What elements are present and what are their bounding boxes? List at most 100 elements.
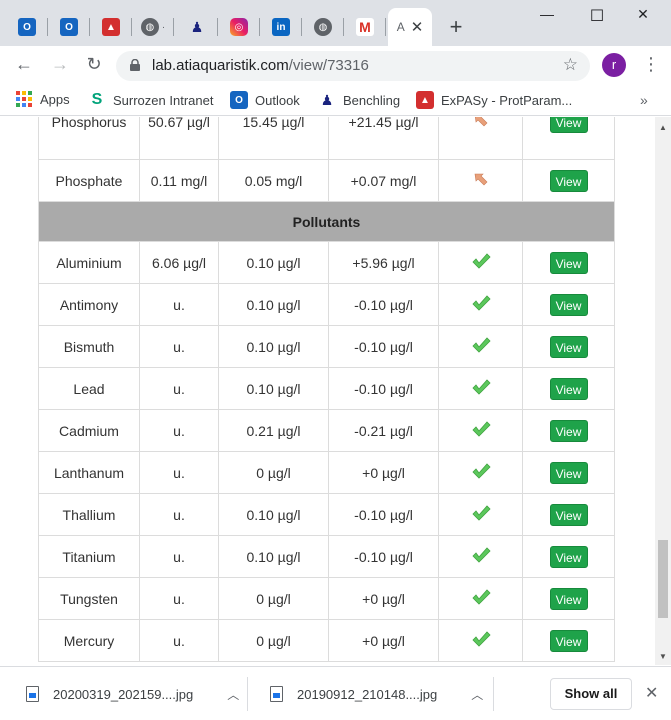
browser-tab[interactable]: O [48, 8, 90, 46]
outlook-icon: O [18, 18, 36, 36]
browser-tab[interactable]: ▲ [90, 8, 132, 46]
scroll-down-icon[interactable]: ▼ [659, 652, 667, 661]
cell-status [438, 325, 523, 368]
back-arrow-icon[interactable]: ← [12, 54, 36, 75]
gmail-icon: M [356, 18, 374, 36]
view-button[interactable]: View [549, 169, 588, 192]
view-button[interactable]: View [549, 503, 588, 526]
chevron-up-icon[interactable]: ︿ [471, 686, 483, 703]
chevron-up-icon[interactable]: ︿ [227, 686, 239, 703]
bookmark-star-icon[interactable]: ☆ [563, 55, 578, 75]
table-row: Titanium u. 0.10 µg/l -0.10 µg/l View [38, 535, 615, 578]
view-button[interactable]: View [549, 545, 588, 568]
table-row: Bismuth u. 0.10 µg/l -0.10 µg/l View [38, 325, 615, 368]
reload-icon[interactable]: ↻ [82, 54, 106, 75]
results-table: Phosphorus 50.67 µg/l 15.45 µg/l +21.45 µg/… [38, 117, 615, 662]
scroll-up-icon[interactable]: ▲ [659, 123, 667, 132]
cell-measured: u. [139, 283, 219, 326]
check-icon [471, 589, 491, 605]
bookmark-expasy[interactable]: ▲ ExPASy - ProtParam... [416, 91, 572, 109]
cell-target: 0.10 µg/l [218, 241, 329, 284]
url-text[interactable]: lab.atiaquaristik.com/view/73316 [152, 57, 369, 74]
view-button[interactable]: View [549, 117, 588, 133]
view-button[interactable]: View [549, 629, 588, 652]
instagram-icon: ◎ [230, 18, 248, 36]
cell-parameter: Titanium [38, 535, 140, 578]
cell-parameter: Cadmium [38, 409, 140, 452]
close-window-button[interactable]: ✕ [628, 6, 658, 23]
tab-strip: O O ▲ ◍ · ♟ ◎ in ◍ M A ✕ + — ☐ ✕ [0, 0, 671, 46]
browser-tab[interactable]: O [6, 8, 48, 46]
check-icon [471, 463, 491, 479]
cell-status [438, 159, 523, 202]
cell-action: View [522, 493, 615, 536]
linkedin-icon: in [272, 18, 290, 36]
table-row: Aluminium 6.06 µg/l 0.10 µg/l +5.96 µg/l Vie… [38, 241, 615, 284]
cell-target: 0.10 µg/l [218, 493, 329, 536]
view-button[interactable]: View [549, 377, 588, 400]
table-row: Lanthanum u. 0 µg/l +0 µg/l View [38, 451, 615, 494]
download-item[interactable]: 20200319_202159....jpg ︿ [26, 667, 239, 720]
view-button[interactable]: View [549, 293, 588, 316]
check-icon [471, 295, 491, 311]
view-button[interactable]: View [549, 335, 588, 358]
new-tab-button[interactable]: + [445, 14, 467, 40]
view-button[interactable]: View [549, 419, 588, 442]
browser-tab[interactable]: in [260, 8, 302, 46]
cell-status [438, 283, 523, 326]
cell-action: View [522, 451, 615, 494]
view-button[interactable]: View [549, 587, 588, 610]
cell-difference: -0.10 µg/l [328, 367, 439, 410]
cell-status [438, 493, 523, 536]
cell-difference: -0.10 µg/l [328, 283, 439, 326]
cell-target: 15.45 µg/l [218, 117, 329, 160]
menu-kebab-icon[interactable]: ⋮ [642, 54, 660, 75]
surrozen-icon: S [91, 91, 103, 108]
cell-measured: u. [139, 619, 219, 662]
profile-avatar[interactable]: r [602, 53, 626, 77]
browser-tab[interactable]: ◎ [218, 8, 260, 46]
view-button[interactable]: View [549, 251, 588, 274]
view-button[interactable]: View [549, 461, 588, 484]
bookmark-apps[interactable]: Apps [16, 91, 70, 107]
cell-difference: -0.10 µg/l [328, 325, 439, 368]
close-icon[interactable]: ✕ [645, 683, 658, 703]
table-row: Tungsten u. 0 µg/l +0 µg/l View [38, 577, 615, 620]
bookmark-benchling[interactable]: ♟ Benchling [318, 91, 400, 109]
cell-difference: -0.10 µg/l [328, 535, 439, 578]
browser-tab[interactable]: M [344, 8, 386, 46]
chevron-right-icon[interactable]: » [640, 92, 648, 108]
browser-tab[interactable]: ♟ [176, 8, 218, 46]
check-icon [471, 505, 491, 521]
browser-tab[interactable]: ◍ · [132, 8, 174, 46]
image-file-icon [270, 686, 283, 702]
cell-action: View [522, 159, 615, 202]
cell-measured: 6.06 µg/l [139, 241, 219, 284]
bookmark-outlook[interactable]: O Outlook [230, 91, 300, 109]
cell-status [438, 451, 523, 494]
cell-measured: u. [139, 409, 219, 452]
table-row: Thallium u. 0.10 µg/l -0.10 µg/l View [38, 493, 615, 536]
page-icon: A [396, 20, 405, 34]
maximize-button[interactable]: ☐ [582, 6, 612, 26]
cell-target: 0.05 mg/l [218, 159, 329, 202]
vertical-scrollbar[interactable]: ▲ ▼ [655, 117, 671, 665]
cell-parameter: Phosphate [38, 159, 140, 202]
scrollbar-thumb[interactable] [658, 540, 668, 618]
table-row: Mercury u. 0 µg/l +0 µg/l View [38, 619, 615, 662]
download-item[interactable]: 20190912_210148....jpg ︿ [270, 667, 483, 720]
minimize-button[interactable]: — [532, 6, 562, 22]
browser-toolbar: ← → ↻ lab.atiaquaristik.com/view/73316 ☆… [0, 46, 671, 86]
cell-measured: u. [139, 535, 219, 578]
browser-tab-active[interactable]: A ✕ [388, 8, 432, 46]
cell-difference: +0 µg/l [328, 619, 439, 662]
forward-arrow-icon[interactable]: → [48, 54, 72, 75]
cell-measured: u. [139, 493, 219, 536]
close-tab-icon[interactable]: ✕ [411, 18, 424, 36]
arrow-down-icon [474, 173, 487, 186]
bookmark-surrozen[interactable]: S Surrozen Intranet [88, 91, 214, 109]
cell-difference: +0 µg/l [328, 451, 439, 494]
address-bar[interactable]: lab.atiaquaristik.com/view/73316 ☆ [116, 51, 590, 81]
browser-tab[interactable]: ◍ [302, 8, 344, 46]
show-all-button[interactable]: Show all [550, 678, 632, 710]
